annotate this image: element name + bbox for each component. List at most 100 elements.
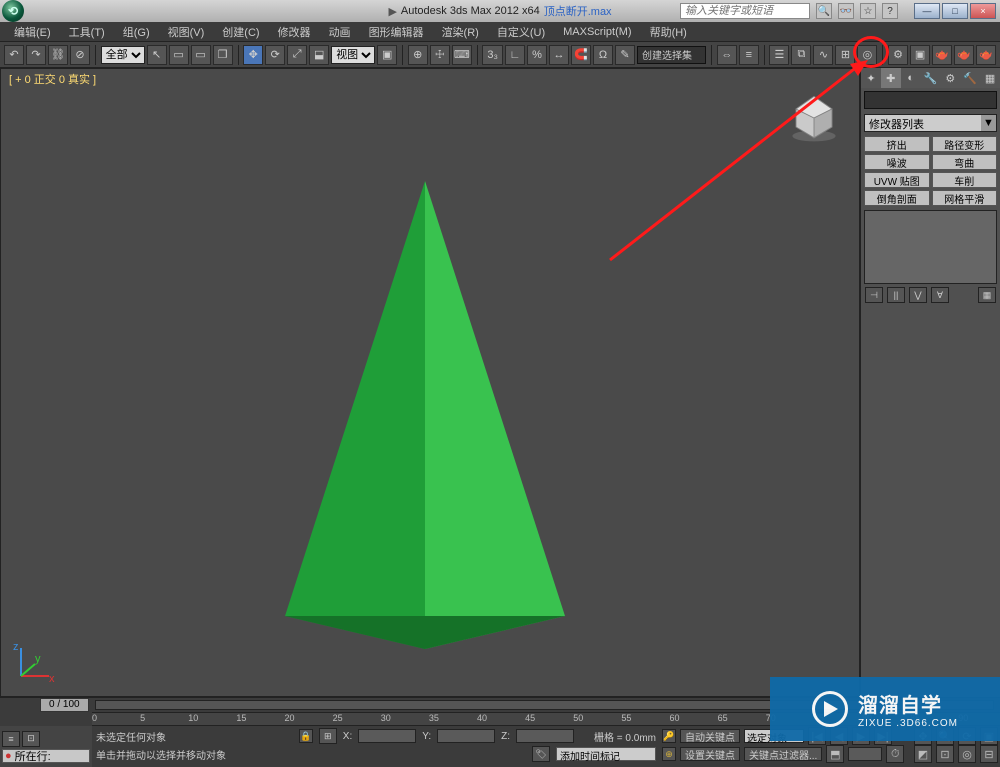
tab-modify[interactable]: ✚ xyxy=(881,68,901,88)
percent-snap-button[interactable]: % xyxy=(527,45,547,65)
close-button[interactable]: × xyxy=(970,3,996,19)
mod-lathe[interactable]: 车削 xyxy=(932,172,998,188)
magnet-button[interactable]: 🧲 xyxy=(571,45,591,65)
menu-help[interactable]: 帮助(H) xyxy=(642,22,695,42)
curve-ed-button[interactable]: ∿ xyxy=(813,45,833,65)
auto-key-button[interactable]: 自动关键点 xyxy=(680,729,740,743)
select-region-button[interactable]: ▭ xyxy=(191,45,211,65)
snap-3-button[interactable]: 3₃ xyxy=(482,45,503,65)
menu-modifiers[interactable]: 修改器 xyxy=(270,22,319,42)
script-mini-icon[interactable]: ≡ xyxy=(2,731,20,747)
render-frame-button[interactable]: ▣ xyxy=(910,45,930,65)
render-prod-button[interactable]: 🫖 xyxy=(954,45,974,65)
set-key-button[interactable]: 设置关键点 xyxy=(680,747,740,761)
x-field[interactable] xyxy=(358,729,416,743)
manip-button[interactable]: ☩ xyxy=(430,45,450,65)
unlink-button[interactable]: ⊘ xyxy=(70,45,90,65)
key-filter-button[interactable]: 关键点过滤器... xyxy=(744,747,822,761)
layers-button[interactable]: ☰ xyxy=(769,45,789,65)
menu-maxscript[interactable]: MAXScript(M) xyxy=(555,24,639,40)
minimize-button[interactable]: — xyxy=(914,3,940,19)
mod-pathdeform[interactable]: 路径变形 xyxy=(932,136,998,152)
help-icon[interactable]: ☆ xyxy=(860,3,876,19)
menu-edit[interactable]: 编辑(E) xyxy=(6,22,59,42)
modifier-list[interactable]: 修改器列表 ▼ xyxy=(864,114,997,132)
select-name-button[interactable]: ▭ xyxy=(169,45,189,65)
tab-utilities[interactable]: 🔨 xyxy=(960,68,980,88)
selection-filter[interactable]: 全部 xyxy=(101,46,145,64)
nav-fov-icon[interactable]: ◩ xyxy=(914,745,932,763)
tab-motion[interactable]: 🔧 xyxy=(921,68,941,88)
mod-uvw[interactable]: UVW 贴图 xyxy=(864,172,930,188)
schematic-button[interactable]: ⊞ xyxy=(835,45,855,65)
binoc-icon[interactable]: 👓 xyxy=(838,3,854,19)
selcenter-button[interactable]: ⊕ xyxy=(408,45,428,65)
mod-meshsmooth[interactable]: 网格平滑 xyxy=(932,190,998,206)
mod-extrude[interactable]: 挤出 xyxy=(864,136,930,152)
select-button[interactable]: ↖ xyxy=(147,45,167,65)
align-button[interactable]: ≡ xyxy=(739,45,759,65)
mod-noise[interactable]: 噪波 xyxy=(864,154,930,170)
menu-render[interactable]: 渲染(R) xyxy=(434,22,487,42)
menu-grapheditor[interactable]: 图形编辑器 xyxy=(361,22,432,42)
script-rec-icon[interactable]: ⊡ xyxy=(22,731,40,747)
add-time-tag[interactable]: 添加时间标记 xyxy=(556,747,656,761)
listener-row-field[interactable]: ●所在行: xyxy=(2,749,90,763)
material-ed-button[interactable]: ◎ xyxy=(857,45,877,65)
link-button[interactable]: ⛓ xyxy=(48,45,68,65)
pin-stack-icon[interactable]: ⊣ xyxy=(865,287,883,303)
z-field[interactable] xyxy=(516,729,574,743)
window-crossing-button[interactable]: ❐ xyxy=(213,45,233,65)
lock-icon[interactable]: 🔒 xyxy=(299,729,313,743)
editnamed-button[interactable]: ✎ xyxy=(615,45,635,65)
viewcube[interactable] xyxy=(787,91,841,145)
tab-display[interactable]: ⚙ xyxy=(940,68,960,88)
pivot-button[interactable]: ▣ xyxy=(377,45,397,65)
mod-bend[interactable]: 弯曲 xyxy=(932,154,998,170)
nav-arc-icon[interactable]: ◎ xyxy=(958,745,976,763)
menu-customize[interactable]: 自定义(U) xyxy=(489,22,553,42)
frame-field[interactable] xyxy=(848,747,882,761)
spinner-snap-button[interactable]: ↔ xyxy=(549,45,569,65)
menu-animation[interactable]: 动画 xyxy=(321,22,359,42)
render-button[interactable]: 🫖 xyxy=(932,45,952,65)
magnet2-button[interactable]: Ω xyxy=(593,45,613,65)
refcoord-button[interactable]: ⬓ xyxy=(309,45,329,65)
maximize-button[interactable]: □ xyxy=(942,3,968,19)
search-input[interactable] xyxy=(680,3,810,19)
info-icon[interactable]: ? xyxy=(882,3,898,19)
render-setup-button[interactable]: ⚙ xyxy=(888,45,908,65)
tab-hierarchy[interactable]: ◐ xyxy=(901,68,921,88)
keymode-button[interactable]: ⌨ xyxy=(452,45,472,65)
modifier-stack[interactable] xyxy=(864,210,997,284)
menu-tools[interactable]: 工具(T) xyxy=(61,22,113,42)
nav-zoomall-icon[interactable]: ⊡ xyxy=(936,745,954,763)
y-field[interactable] xyxy=(437,729,495,743)
object-name-field[interactable] xyxy=(864,91,997,109)
mirror-button[interactable]: ⇔ xyxy=(717,45,737,65)
viewport-canvas[interactable]: z x y xyxy=(5,81,855,692)
configure-sets-icon[interactable]: ▦ xyxy=(978,287,996,303)
viewport[interactable]: [ + 0 正交 0 真实 ] z x y xyxy=(0,68,860,697)
time-slider[interactable]: 0 / 100 xyxy=(40,698,89,712)
tab-create[interactable]: ✦ xyxy=(861,68,881,88)
angle-snap-button[interactable]: ∟ xyxy=(505,45,525,65)
redo-button[interactable]: ↷ xyxy=(26,45,46,65)
menu-group[interactable]: 组(G) xyxy=(115,22,158,42)
search-icon[interactable]: 🔍 xyxy=(816,3,832,19)
named-sel-set[interactable]: 创建选择集 xyxy=(637,46,706,64)
viewport-label[interactable]: [ + 0 正交 0 真实 ] xyxy=(9,71,96,87)
key-icon[interactable]: 🔑 xyxy=(662,729,676,743)
key2-icon[interactable]: ⊕ xyxy=(662,747,676,761)
menu-create[interactable]: 创建(C) xyxy=(214,22,267,42)
tab-extra[interactable]: ▦ xyxy=(980,68,1000,88)
undo-button[interactable]: ↶ xyxy=(4,45,24,65)
move-button[interactable]: ✥ xyxy=(243,45,263,65)
scale-button[interactable]: ⤢ xyxy=(287,45,307,65)
dropdown-arrow-icon[interactable]: ▼ xyxy=(981,115,996,131)
layer-mgr-button[interactable]: ⧉ xyxy=(791,45,811,65)
nav-min-icon[interactable]: ⊟ xyxy=(980,745,998,763)
remove-mod-icon[interactable]: ∀ xyxy=(931,287,949,303)
pyramid-object[interactable] xyxy=(275,181,575,651)
mod-bevel[interactable]: 倒角剖面 xyxy=(864,190,930,206)
